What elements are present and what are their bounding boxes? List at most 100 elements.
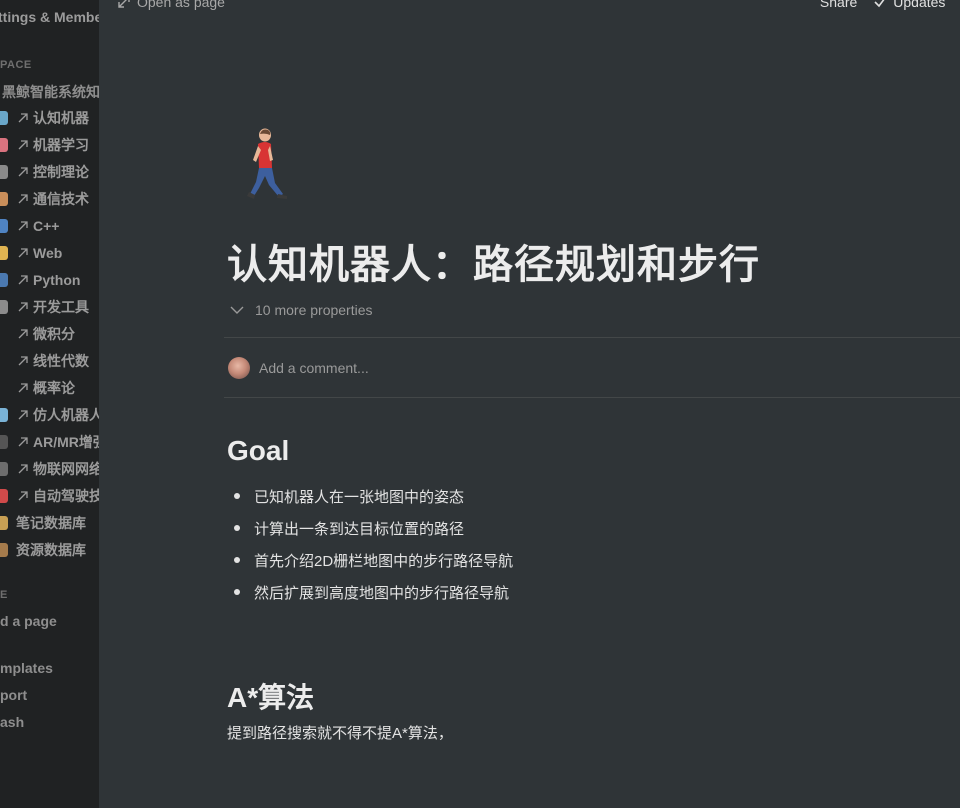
- templates-item[interactable]: mplates: [0, 660, 53, 676]
- astar-heading[interactable]: A*算法: [227, 676, 314, 716]
- list-item-text: 首先介绍2D栅栏地图中的步行路径导航: [254, 552, 514, 570]
- sidebar-item-label: 线性代数: [33, 353, 89, 369]
- sidebar-item-label: 开发工具: [33, 299, 89, 315]
- sidebar-item[interactable]: 仿人机器人: [0, 403, 99, 427]
- web-icon: [0, 246, 8, 260]
- python-icon: [0, 273, 8, 287]
- sidebar-item[interactable]: C++: [0, 214, 59, 238]
- vr-icon: [0, 435, 8, 449]
- sidebar-item-label: 通信技术: [33, 191, 89, 207]
- tools-icon: [0, 300, 8, 314]
- workspace-section-label: PACE: [0, 59, 32, 71]
- comment-placeholder: Add a comment...: [259, 360, 369, 376]
- sidebar-database-item[interactable]: 笔记数据库: [0, 511, 86, 535]
- topbar-actions: Share Updates F: [804, 0, 960, 10]
- iot-icon: [0, 462, 8, 476]
- goal-heading[interactable]: Goal: [227, 435, 289, 467]
- more-properties-toggle[interactable]: 10 more properties: [229, 302, 373, 318]
- sidebar-database-item[interactable]: 资源数据库: [0, 538, 86, 562]
- sidebar-item[interactable]: 概率论: [0, 376, 75, 400]
- sidebar-item-label: Web: [33, 245, 63, 261]
- list-item[interactable]: 计算出一条到达目标位置的路径: [231, 512, 513, 544]
- link-arrow-icon: [16, 489, 30, 503]
- link-arrow-icon: [16, 111, 30, 125]
- import-item[interactable]: port: [0, 687, 27, 703]
- link-arrow-icon: [16, 273, 30, 287]
- sidebar-item[interactable]: 物联网网络: [0, 457, 99, 481]
- sidebar-item[interactable]: 控制理论: [0, 160, 89, 184]
- sidebar-item-label: C++: [33, 218, 60, 234]
- sidebar-item-label: 仿人机器人: [33, 407, 99, 423]
- open-as-page-button[interactable]: Open as page: [117, 0, 225, 10]
- dice-icon: [0, 381, 8, 395]
- sidebar-item-label: AR/MR增强: [33, 434, 99, 450]
- walking-person-icon[interactable]: [245, 128, 291, 202]
- astar-paragraph[interactable]: 提到路径搜索就不得不提A*算法，: [227, 722, 453, 743]
- sidebar-item-label: 概率论: [33, 380, 75, 396]
- link-arrow-icon: [16, 408, 30, 422]
- list-item-text: 计算出一条到达目标位置的路径: [254, 520, 465, 538]
- goal-list: 已知机器人在一张地图中的姿态 计算出一条到达目标位置的路径 首先介绍2D栅栏地图…: [231, 480, 513, 608]
- sidebar-item[interactable]: 微积分: [0, 322, 75, 346]
- sidebar-item-label: 控制理论: [33, 164, 89, 180]
- trash-item[interactable]: ash: [0, 714, 24, 730]
- sidebar-item-label: 物联网网络: [33, 461, 99, 477]
- control-icon: [0, 165, 8, 179]
- link-arrow-icon: [16, 219, 30, 233]
- link-arrow-icon: [16, 246, 30, 260]
- avatar: [228, 357, 250, 379]
- sidebar-section-label: E: [0, 589, 8, 601]
- sidebar: ttings & Membe PACE 黑鲸智能系统知 认知机器机器学习控制理论…: [0, 0, 99, 808]
- settings-members-item[interactable]: ttings & Membe: [0, 9, 99, 25]
- cpp-icon: [0, 219, 8, 233]
- link-arrow-icon: [16, 165, 30, 179]
- sidebar-item-label: 自动驾驶技: [33, 488, 99, 504]
- sidebar-item[interactable]: 机器学习: [0, 133, 89, 157]
- box-icon: [0, 543, 8, 557]
- humanoid-icon: [0, 408, 8, 422]
- sidebar-item[interactable]: 通信技术: [0, 187, 89, 211]
- list-item[interactable]: 然后扩展到高度地图中的步行路径导航: [231, 576, 513, 608]
- sidebar-item[interactable]: 线性代数: [0, 349, 89, 373]
- sidebar-item-label: 笔记数据库: [16, 515, 86, 531]
- chevron-down-icon: [229, 302, 245, 318]
- bullet-icon: [234, 493, 240, 499]
- share-button[interactable]: Share: [820, 0, 857, 10]
- robot-icon: [0, 111, 8, 125]
- list-item-text: 然后扩展到高度地图中的步行路径导航: [254, 584, 510, 602]
- bullet-icon: [234, 557, 240, 563]
- divider: [224, 397, 960, 398]
- sidebar-item-label: Python: [33, 272, 81, 288]
- link-arrow-icon: [16, 327, 30, 341]
- list-item[interactable]: 首先介绍2D栅栏地图中的步行路径导航: [231, 544, 513, 576]
- add-page-button[interactable]: d a page: [0, 613, 57, 629]
- updates-label: Updates: [893, 0, 946, 10]
- workspace-root-page[interactable]: 黑鲸智能系统知: [2, 82, 99, 102]
- page-title[interactable]: 认知机器人：路径规划和步行: [227, 232, 760, 290]
- link-arrow-icon: [16, 138, 30, 152]
- sidebar-item[interactable]: Python: [0, 268, 80, 292]
- sidebar-item-label: 资源数据库: [16, 542, 86, 558]
- list-item[interactable]: 已知机器人在一张地图中的姿态: [231, 480, 513, 512]
- matrix-icon: [0, 354, 8, 368]
- list-item-text: 已知机器人在一张地图中的姿态: [254, 488, 465, 506]
- car-icon: [0, 489, 8, 503]
- updates-button[interactable]: Updates: [873, 0, 945, 10]
- sidebar-item[interactable]: 开发工具: [0, 295, 89, 319]
- notebook-icon: [0, 516, 8, 530]
- comment-input[interactable]: Add a comment...: [228, 357, 369, 379]
- brain-icon: [0, 138, 8, 152]
- link-arrow-icon: [16, 354, 30, 368]
- bullet-icon: [234, 589, 240, 595]
- sidebar-item[interactable]: AR/MR增强: [0, 430, 99, 454]
- satellite-icon: [0, 192, 8, 206]
- link-arrow-icon: [16, 300, 30, 314]
- sidebar-item[interactable]: 自动驾驶技: [0, 484, 99, 508]
- sidebar-item[interactable]: Web: [0, 241, 62, 265]
- sidebar-item[interactable]: 认知机器: [0, 106, 89, 130]
- link-arrow-icon: [16, 462, 30, 476]
- bullet-icon: [234, 525, 240, 531]
- sidebar-item-label: 微积分: [33, 326, 75, 342]
- sidebar-item-label: 认知机器: [33, 110, 89, 126]
- link-arrow-icon: [16, 381, 30, 395]
